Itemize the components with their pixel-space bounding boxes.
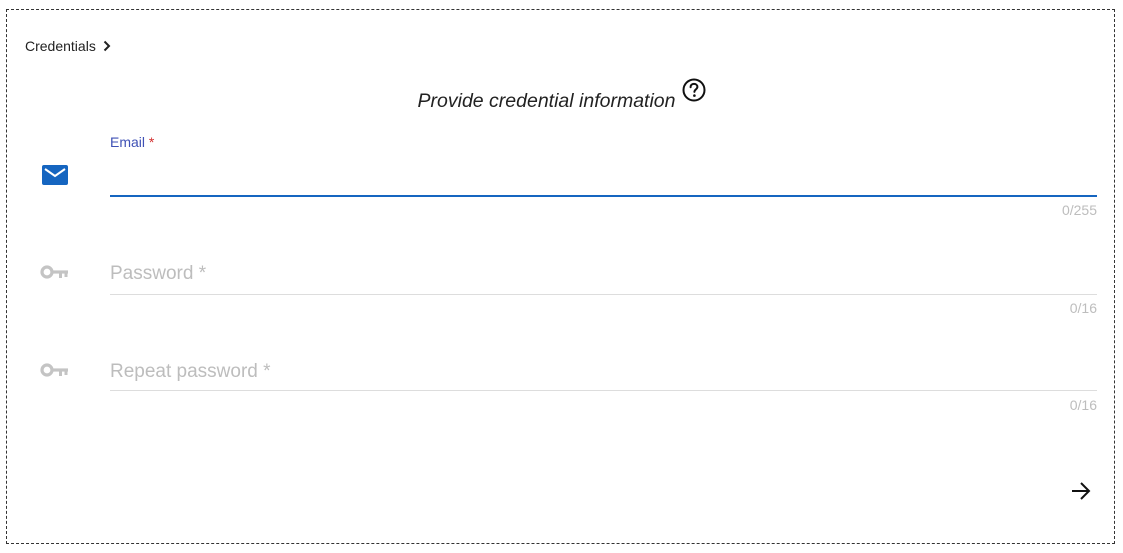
- email-icon: [40, 164, 70, 186]
- email-underline: [110, 195, 1097, 197]
- arrow-right-icon: [1072, 482, 1091, 500]
- email-required-mark: *: [148, 134, 155, 150]
- password-field[interactable]: [110, 260, 1097, 288]
- email-counter: 0/255: [1061, 202, 1097, 218]
- password-field-group: 0/16: [110, 258, 1097, 318]
- repeat-password-underline: [110, 390, 1097, 391]
- chevron-right-icon: [102, 39, 112, 53]
- email-field-group: Email * 0/255: [110, 134, 1097, 220]
- password-underline: [110, 294, 1097, 295]
- key-icon: [40, 261, 70, 283]
- form-title: Provide credential information: [417, 90, 676, 112]
- email-label-text: Email: [110, 134, 146, 150]
- email-field[interactable]: [110, 162, 1097, 192]
- breadcrumb[interactable]: Credentials: [25, 38, 112, 54]
- form-header: Provide credential information: [0, 90, 1123, 113]
- breadcrumb-label[interactable]: Credentials: [25, 38, 96, 54]
- next-button[interactable]: [1068, 478, 1094, 504]
- password-counter: 0/16: [1069, 300, 1097, 316]
- help-circle-icon[interactable]: [681, 77, 707, 103]
- repeat-password-counter: 0/16: [1069, 397, 1097, 413]
- email-label: Email *: [110, 134, 154, 150]
- key-icon: [40, 359, 70, 381]
- repeat-password-field[interactable]: [110, 358, 1097, 386]
- repeat-password-field-group: 0/16: [110, 356, 1097, 416]
